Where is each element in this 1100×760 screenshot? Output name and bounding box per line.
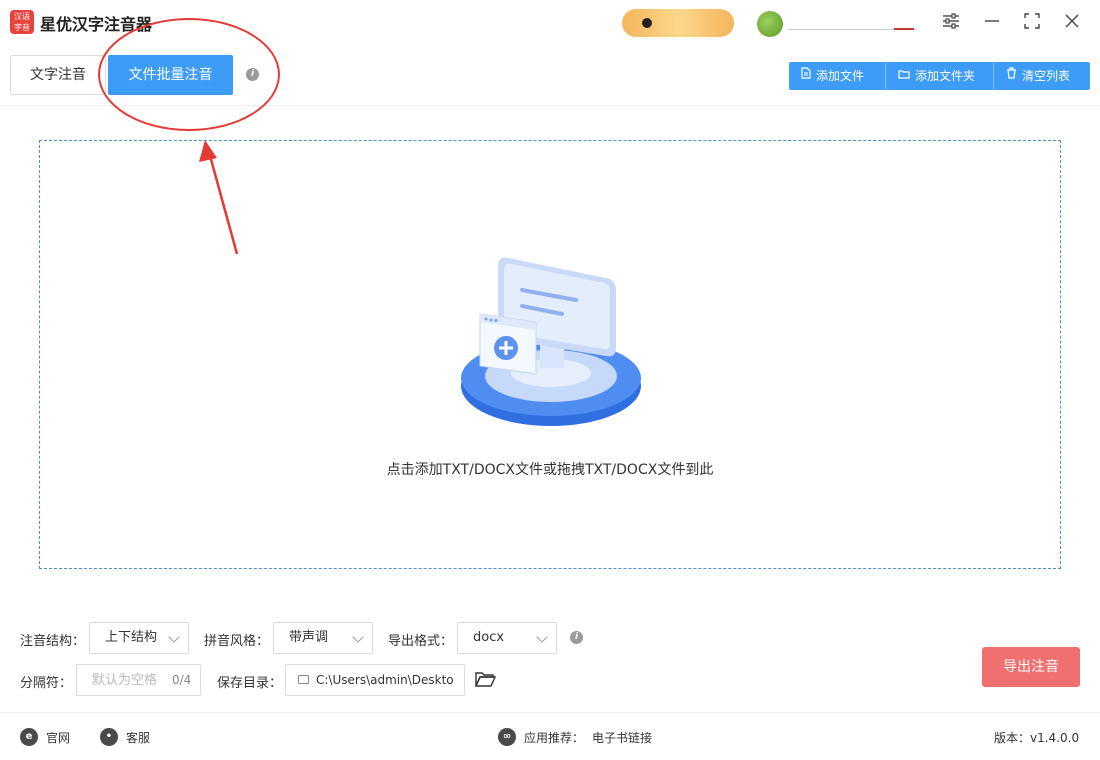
add-file-illustration (461, 257, 641, 426)
recommend-label: 应用推荐： (524, 730, 585, 745)
file-icon (801, 62, 811, 90)
ie-globe-icon: e (20, 728, 38, 746)
pinyin-style-select[interactable]: 带声调 (273, 622, 373, 654)
chevron-down-icon (536, 631, 548, 643)
user-avatar[interactable] (757, 11, 783, 37)
structure-select[interactable]: 上下结构 (89, 622, 189, 654)
customer-service-label: 客服 (126, 730, 151, 745)
user-name-redacted (788, 18, 916, 30)
add-folder-button[interactable]: 添加文件夹 (886, 62, 994, 90)
official-site-label: 官网 (46, 730, 71, 745)
save-dir-label: 保存目录： (217, 676, 283, 691)
info-icon[interactable]: i (246, 68, 259, 81)
minimize-svg (985, 20, 999, 22)
add-folder-label: 添加文件夹 (915, 69, 976, 83)
export-button[interactable]: 导出注音 (982, 647, 1080, 687)
close-svg (1065, 14, 1079, 28)
tab-text-pinyin[interactable]: 文字注音 (10, 55, 106, 95)
app-logo: 汉语 字音 (10, 10, 34, 34)
drop-zone-hint: 点击添加TXT/DOCX文件或拖拽TXT/DOCX文件到此 (386, 462, 714, 478)
add-file-button[interactable]: 添加文件 (789, 62, 886, 90)
format-info-icon[interactable]: i (570, 631, 583, 644)
structure-value: 上下结构 (105, 630, 158, 645)
app-recommend: ∞ 应用推荐： 电子书链接 (498, 728, 652, 746)
file-toolbar: 添加文件 添加文件夹 清空列表 (789, 62, 1090, 90)
tab-file-batch-pinyin[interactable]: 文件批量注音 (108, 55, 233, 95)
save-dir-field[interactable]: C:\Users\admin\Deskto (285, 664, 465, 696)
recommend-link[interactable]: 电子书链接 (592, 729, 652, 746)
maximize-icon[interactable] (1021, 11, 1043, 33)
maximize-svg (1024, 13, 1040, 29)
file-drop-zone[interactable]: 点击添加TXT/DOCX文件或拖拽TXT/DOCX文件到此 (39, 140, 1061, 569)
browse-folder-icon[interactable] (474, 669, 496, 689)
export-format-label: 导出格式： (388, 634, 454, 649)
vip-badge[interactable] (622, 9, 734, 37)
pinyin-style-value: 带声调 (289, 630, 329, 645)
pinyin-style-label: 拼音风格： (204, 634, 270, 649)
chevron-down-icon (352, 631, 364, 643)
chat-bubble-icon: • (100, 728, 118, 746)
clear-list-label: 清空列表 (1022, 69, 1071, 83)
app-title: 星优汉字注音器 (40, 15, 153, 34)
folder-icon (898, 62, 910, 90)
add-file-label: 添加文件 (816, 69, 865, 83)
chevron-down-icon (168, 631, 180, 643)
separator-char-count: 0/4 (172, 673, 192, 687)
official-site-link[interactable]: e 官网 (20, 728, 70, 746)
clear-list-button[interactable]: 清空列表 (994, 62, 1090, 90)
customer-service-link[interactable]: • 客服 (100, 728, 150, 746)
export-format-select[interactable]: docx (457, 622, 557, 654)
export-format-value: docx (473, 630, 505, 645)
structure-label: 注音结构： (20, 634, 86, 649)
status-bar: e 官网 • 客服 ∞ 应用推荐： 电子书链接 版本：v1.4.0.0 (0, 712, 1100, 760)
minimize-icon[interactable] (981, 11, 1003, 33)
trash-icon (1006, 62, 1017, 90)
link-icon: ∞ (498, 728, 516, 746)
separator-label: 分隔符： (20, 676, 73, 691)
settings-sliders-svg (943, 13, 959, 29)
app-logo-text: 汉语 字音 (14, 12, 30, 32)
version-text: 版本：v1.4.0.0 (994, 731, 1080, 745)
sliders-icon[interactable] (940, 11, 962, 33)
vip-badge-icon (642, 18, 652, 28)
close-icon[interactable] (1061, 11, 1083, 33)
title-bar: 汉语 字音 星优汉字注音器 (0, 0, 1100, 46)
tab-row: 文字注音 文件批量注音 i 添加文件 添加文件夹 清空列表 (0, 46, 1100, 106)
